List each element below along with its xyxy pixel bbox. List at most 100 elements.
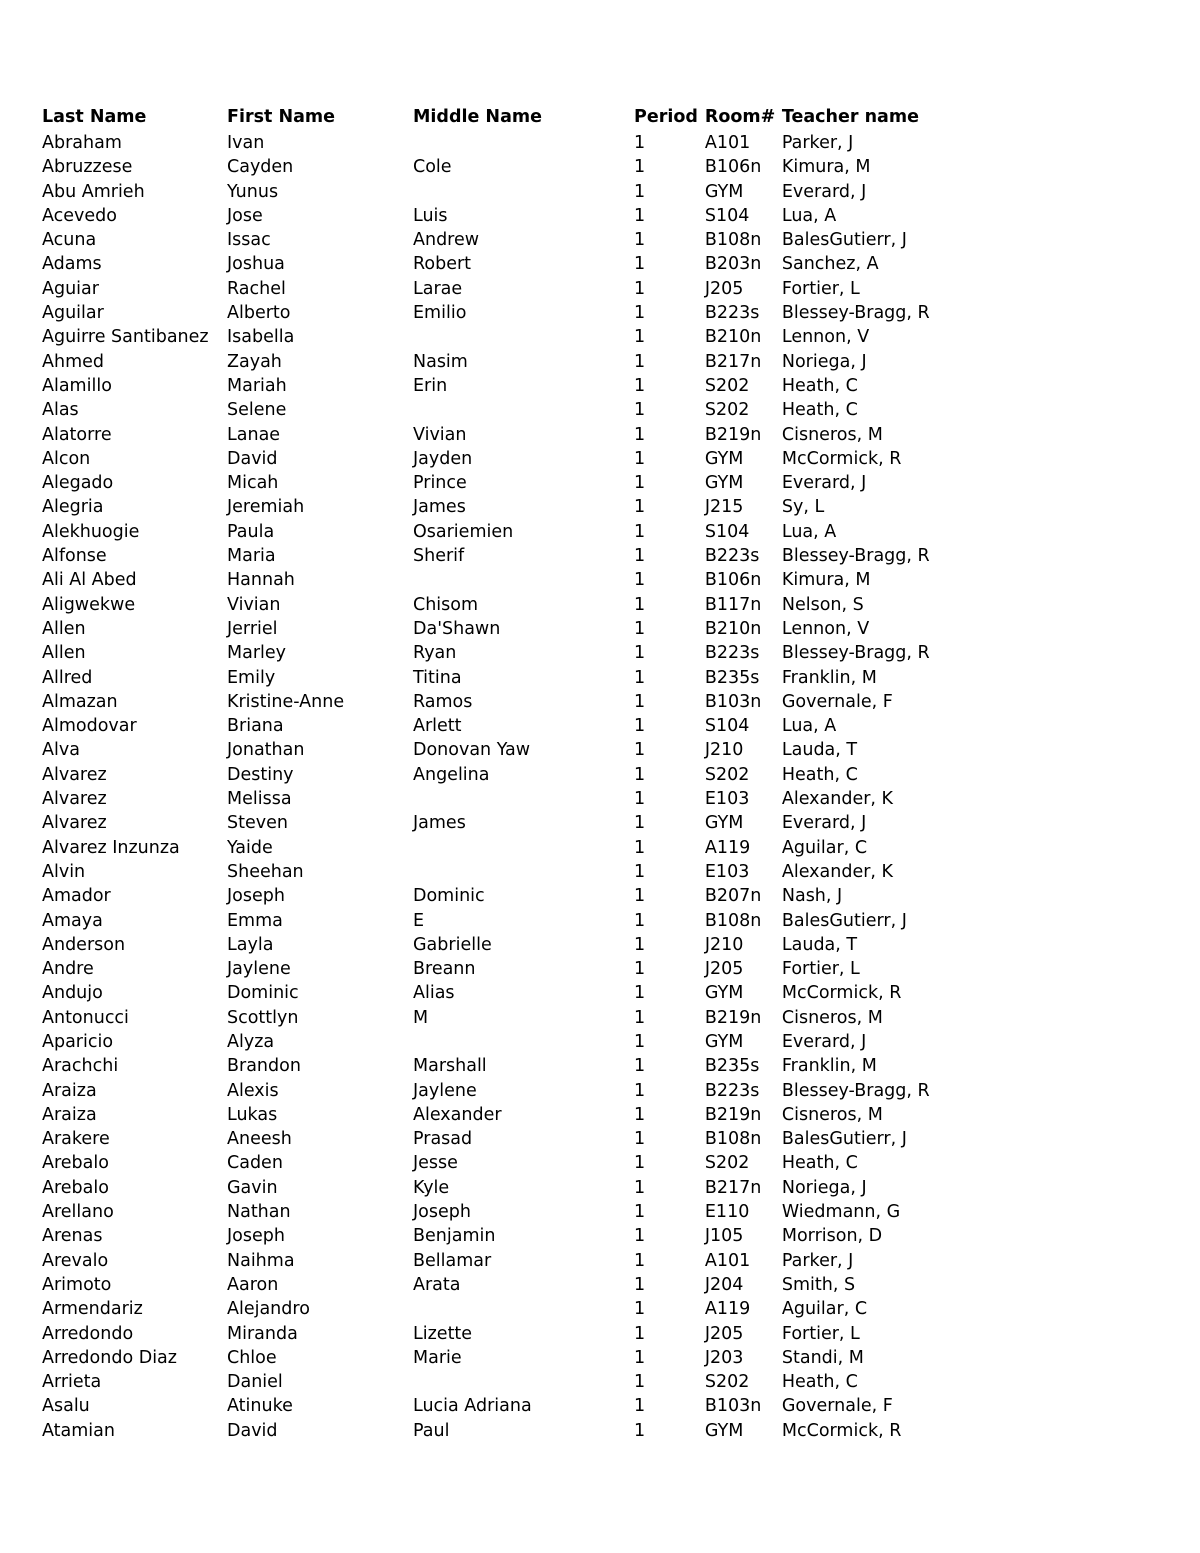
cell-period: 1	[634, 1226, 646, 1247]
table-header: Last Name First Name Middle Name Period …	[42, 104, 1012, 131]
cell-period: 1	[634, 1129, 646, 1150]
cell-period: 1	[634, 278, 646, 299]
table-row: Arebalo Caden Jesse 1 S202 Heath, C	[42, 1151, 1012, 1175]
cell-teacher: Fortier, L	[781, 959, 860, 980]
cell-teacher: Heath, C	[781, 375, 858, 396]
cell-period: 1	[634, 716, 646, 737]
cell-last: Aparicio	[42, 1031, 114, 1052]
cell-first: Jeremiah	[227, 497, 305, 518]
cell-first: Emily	[227, 667, 276, 688]
cell-room: A119	[704, 837, 751, 858]
cell-room: B219n	[704, 1007, 762, 1028]
cell-last: Aguilar	[42, 303, 104, 324]
column-header-teacher-name: Teacher name	[781, 107, 919, 127]
table-row: Araiza Alexis Jaylene 1 B223s Blessey-Bragg, …	[42, 1079, 1012, 1103]
cell-room: B103n	[704, 691, 762, 712]
cell-last: Alas	[42, 400, 79, 421]
cell-period: 1	[634, 594, 646, 615]
cell-first: Nathan	[227, 1202, 291, 1223]
cell-room: GYM	[704, 813, 744, 834]
cell-teacher: Blessey-Bragg, R	[781, 643, 930, 664]
cell-teacher: Everard, J	[781, 181, 867, 202]
table-row: Almazan Kristine-Anne Ramos 1 B103n Governale…	[42, 690, 1012, 714]
cell-teacher: Nash, J	[781, 886, 843, 907]
table-header-row: Last Name First Name Middle Name Period …	[42, 104, 1012, 131]
cell-middle: Sherif	[413, 546, 465, 567]
cell-room: E103	[704, 861, 750, 882]
cell-room: J210	[704, 934, 744, 955]
cell-first: Jaylene	[227, 959, 291, 980]
cell-room: A101	[704, 133, 751, 153]
cell-room: B108n	[704, 230, 762, 251]
cell-teacher: Heath, C	[781, 400, 858, 421]
cell-last: Arevalo	[42, 1250, 109, 1271]
cell-middle: Jesse	[413, 1153, 458, 1174]
table-row: Aguiar Rachel Larae 1 J205 Fortier, L	[42, 277, 1012, 301]
cell-teacher: Franklin, M	[781, 1056, 877, 1077]
cell-period: 1	[634, 400, 646, 421]
cell-last: Ali Al Abed	[42, 570, 137, 591]
cell-middle: Luis	[413, 205, 448, 226]
cell-teacher: Parker, J	[781, 133, 854, 153]
cell-middle: Robert	[413, 254, 472, 275]
cell-middle	[413, 860, 634, 884]
cell-last: Amador	[42, 886, 111, 907]
cell-last: Alatorre	[42, 424, 112, 445]
cell-teacher: Lua, A	[781, 205, 837, 226]
cell-first: Joseph	[227, 1226, 285, 1247]
cell-middle: Alias	[413, 983, 455, 1004]
cell-period: 1	[634, 789, 646, 810]
cell-middle: Erin	[413, 375, 448, 396]
cell-teacher: Aguilar, C	[781, 837, 868, 858]
cell-first: Emma	[227, 910, 283, 931]
cell-period: 1	[634, 448, 646, 469]
cell-period: 1	[634, 254, 646, 275]
cell-period: 1	[634, 1031, 646, 1052]
cell-teacher: BalesGutierr, J	[781, 910, 907, 931]
cell-teacher: Sy, L	[781, 497, 825, 518]
cell-middle: E	[413, 910, 425, 931]
cell-teacher: Nelson, S	[781, 594, 864, 615]
cell-room: A119	[704, 1299, 751, 1320]
cell-teacher: Wiedmann, G	[781, 1202, 901, 1223]
cell-last: Alvarez	[42, 764, 107, 785]
cell-last: Alvin	[42, 861, 86, 882]
column-header-middle-name: Middle Name	[413, 107, 542, 127]
cell-first: Daniel	[227, 1372, 283, 1393]
cell-first: Alexis	[227, 1080, 279, 1101]
cell-middle	[413, 787, 634, 811]
cell-teacher: Lauda, T	[781, 934, 858, 955]
cell-period: 1	[634, 1153, 646, 1174]
cell-first: Issac	[227, 230, 271, 251]
cell-teacher: Governale, F	[781, 691, 893, 712]
cell-room: J215	[704, 497, 744, 518]
cell-last: Almazan	[42, 691, 118, 712]
cell-middle: Benjamin	[413, 1226, 496, 1247]
cell-period: 1	[634, 740, 646, 761]
cell-teacher: Morrison, D	[781, 1226, 883, 1247]
cell-room: B235s	[704, 1056, 760, 1077]
cell-first: Aaron	[227, 1274, 279, 1295]
cell-room: GYM	[704, 181, 744, 202]
cell-period: 1	[634, 1202, 646, 1223]
cell-first: Chloe	[227, 1347, 277, 1368]
cell-period: 1	[634, 1299, 646, 1320]
table-row: Aparicio Alyza 1 GYM Everard, J	[42, 1030, 1012, 1054]
cell-period: 1	[634, 1323, 646, 1344]
cell-room: B219n	[704, 1104, 762, 1125]
table-row: Arakere Aneesh Prasad 1 B108n BalesGutierr, J	[42, 1127, 1012, 1151]
cell-first: Yunus	[227, 181, 279, 202]
cell-room: GYM	[704, 448, 744, 469]
cell-last: Alvarez	[42, 789, 107, 810]
cell-middle: Angelina	[413, 764, 490, 785]
cell-period: 1	[634, 546, 646, 567]
cell-last: Allen	[42, 643, 86, 664]
cell-period: 1	[634, 375, 646, 396]
table-row: Atamian David Paul 1 GYM McCormick, R	[42, 1419, 1012, 1443]
cell-last: Arakere	[42, 1129, 110, 1150]
cell-last: Arachchi	[42, 1056, 119, 1077]
cell-room: E110	[704, 1202, 750, 1223]
column-header-period: Period	[634, 107, 698, 127]
table-row: Alva Jonathan Donovan Yaw 1 J210 Lauda, T	[42, 738, 1012, 762]
student-roster-table: Last Name First Name Middle Name Period …	[42, 104, 1012, 1443]
